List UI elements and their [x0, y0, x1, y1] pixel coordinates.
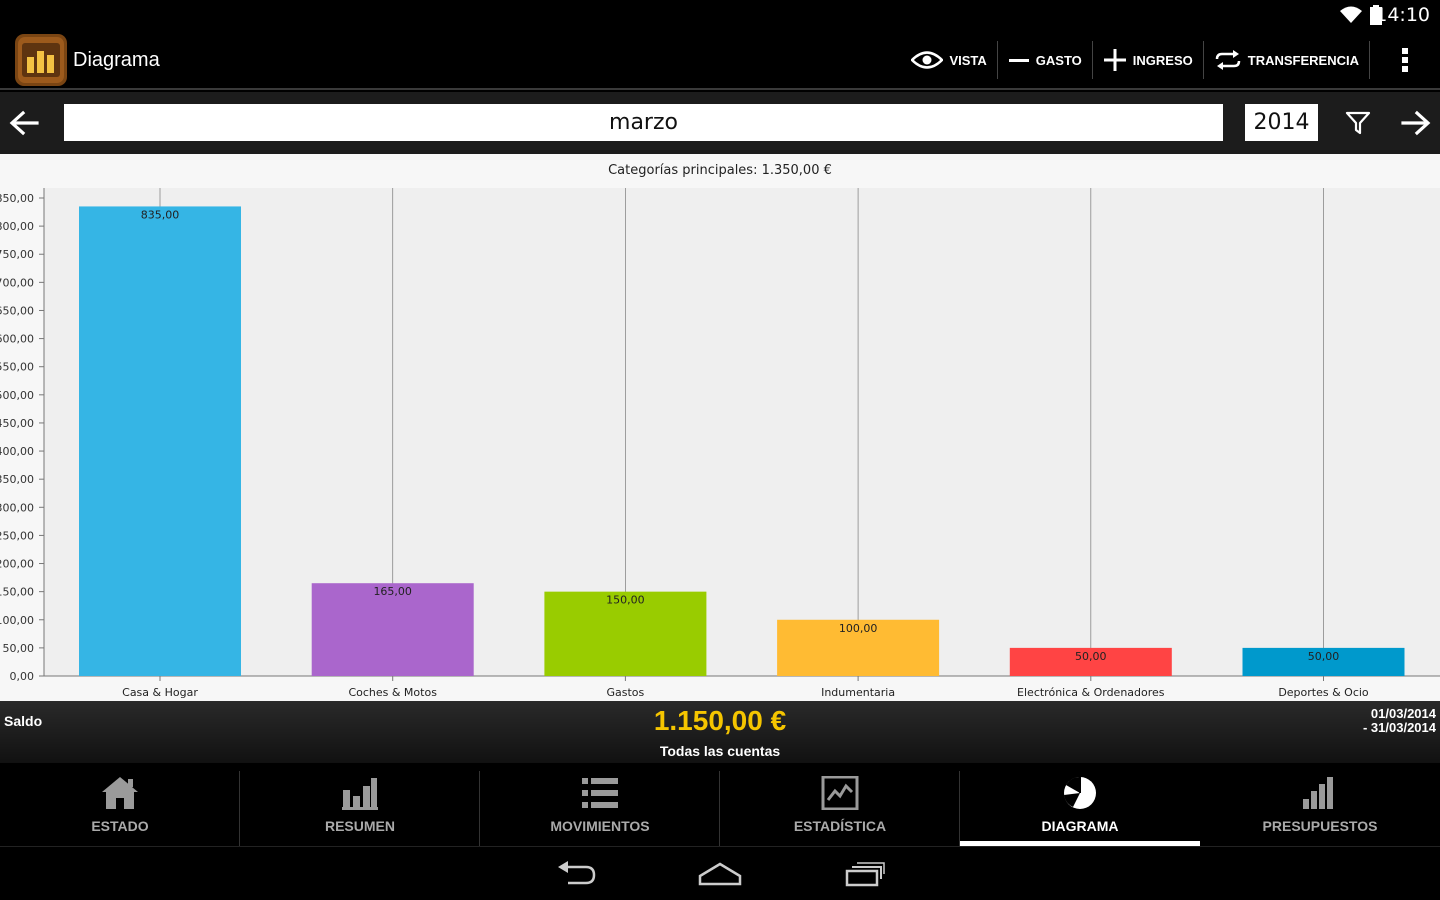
view-label: VISTA [949, 52, 987, 68]
x-tick-label: Indumentaria [821, 686, 895, 699]
bottom-tab-bar: ESTADO RESUMEN MOVIMIENTOS ESTADÍSTICA D… [0, 763, 1440, 846]
date-range: 01/03/2014 - 31/03/2014 [1363, 707, 1436, 735]
income-label: INGRESO [1132, 52, 1193, 68]
action-bar: Diagrama VISTA GASTO INGRESO TRANSFERENC… [0, 30, 1440, 90]
next-period-button[interactable] [1396, 103, 1436, 143]
previous-period-button[interactable] [4, 103, 44, 143]
tab-resumen[interactable]: RESUMEN [240, 763, 480, 846]
y-tick-label: 50,00 [3, 642, 35, 655]
arrow-left-icon [9, 110, 39, 136]
tab-movimientos[interactable]: MOVIMIENTOS [480, 763, 720, 846]
eye-icon [911, 51, 944, 69]
back-button[interactable] [546, 857, 606, 891]
transfer-icon [1215, 50, 1241, 70]
y-tick-label: 400,00 [0, 445, 34, 458]
date-range-end: - 31/03/2014 [1362, 720, 1436, 735]
accounts-label: Todas las cuentas [659, 743, 781, 759]
y-tick-label: 300,00 [0, 501, 34, 514]
tab-presupuestos[interactable]: PRESUPUESTOS [1200, 763, 1440, 846]
tab-diagrama[interactable]: DIAGRAMA [960, 763, 1200, 846]
y-tick-label: 700,00 [0, 276, 34, 289]
transfer-label: TRANSFERENCIA [1247, 52, 1359, 68]
expense-button[interactable]: GASTO [998, 30, 1092, 90]
filter-icon [1345, 111, 1371, 135]
y-tick-label: 750,00 [0, 248, 34, 261]
overflow-menu-button[interactable] [1370, 30, 1440, 90]
plot-background [44, 188, 1440, 676]
tab-estadistica[interactable]: ESTADÍSTICA [720, 763, 960, 846]
back-icon [558, 861, 596, 885]
bar-chart-icon [341, 773, 379, 813]
recent-apps-icon [845, 862, 885, 887]
x-tick-label: Electrónica & Ordenadores [1017, 686, 1165, 699]
y-tick-label: 150,00 [0, 586, 34, 599]
x-tick-label: Gastos [607, 686, 645, 699]
y-tick-label: 200,00 [0, 558, 34, 571]
x-tick-label: Coches & Motos [348, 686, 437, 699]
status-bar: 14:10 [0, 0, 1440, 30]
y-tick-label: 500,00 [0, 389, 34, 402]
y-tick-label: 250,00 [0, 529, 34, 542]
y-tick-label: 600,00 [0, 333, 34, 346]
signal-bars-icon [1301, 773, 1339, 813]
y-tick-label: 800,00 [0, 220, 34, 233]
home-nav-button[interactable] [690, 857, 750, 891]
y-tick-label: 550,00 [0, 361, 34, 374]
y-tick-label: 350,00 [0, 473, 34, 486]
action-buttons: VISTA GASTO INGRESO TRANSFERENCIA [901, 30, 1440, 90]
y-tick-label: 850,00 [0, 192, 34, 205]
date-range-start: 01/03/2014 [1370, 706, 1436, 721]
home-outline-icon [698, 862, 742, 886]
recent-apps-button[interactable] [835, 857, 895, 891]
list-icon [581, 773, 619, 813]
bar-value-label: 50,00 [1308, 650, 1340, 663]
year-selector[interactable]: 2014 [1245, 104, 1318, 141]
bar-value-label: 100,00 [839, 622, 878, 635]
plus-icon [1103, 49, 1126, 71]
minus-icon [1008, 59, 1029, 62]
tab-presupuestos-label: PRESUPUESTOS [1262, 818, 1378, 834]
x-tick-label: Casa & Hogar [122, 686, 198, 699]
tab-estadistica-label: ESTADÍSTICA [793, 818, 887, 834]
chart-canvas: 0,00 50,00 100,00 150,00 200,00 250,00 300,00 3… [0, 188, 1440, 699]
bar-value-label: 165,00 [373, 585, 412, 598]
view-button[interactable]: VISTA [901, 30, 996, 90]
tab-resumen-label: RESUMEN [324, 818, 395, 834]
line-chart-icon [821, 773, 859, 813]
bar-value-label: 50,00 [1075, 650, 1107, 663]
system-navigation-bar [0, 846, 1440, 900]
tab-movimientos-label: MOVIMIENTOS [550, 818, 650, 834]
tab-estado[interactable]: ESTADO [0, 763, 240, 846]
pie-chart-icon [1061, 773, 1099, 813]
filter-button[interactable] [1338, 103, 1378, 143]
clock: 14:10 [1375, 4, 1430, 26]
expense-label: GASTO [1035, 52, 1082, 68]
bar-chart: Categorías principales: 1.350,00 € 0,00 5… [0, 154, 1440, 701]
app-title: Diagrama [73, 49, 160, 71]
bar-value-label: 835,00 [141, 208, 180, 221]
tab-diagrama-label: DIAGRAMA [1041, 818, 1119, 834]
x-tick-label: Deportes & Ocio [1278, 686, 1369, 699]
y-tick-label: 100,00 [0, 614, 34, 627]
wifi-icon [1340, 6, 1362, 29]
bar [79, 206, 241, 676]
period-navigation: marzo 2014 [0, 92, 1440, 154]
app-logo-icon[interactable] [14, 33, 68, 87]
y-tick-label: 0,00 [10, 670, 35, 683]
transfer-button[interactable]: TRANSFERENCIA [1204, 30, 1369, 90]
balance-amount: 1.150,00 € [653, 705, 787, 736]
month-selector[interactable]: marzo [64, 104, 1223, 141]
arrow-right-icon [1401, 110, 1431, 136]
income-button[interactable]: INGRESO [1093, 30, 1203, 90]
tab-estado-label: ESTADO [91, 818, 149, 834]
balance-summary: Saldo 1.150,00 € Todas las cuentas 01/03… [0, 701, 1440, 763]
more-vertical-icon [1402, 48, 1408, 72]
bar-value-label: 150,00 [606, 594, 645, 607]
home-icon [101, 773, 139, 813]
y-tick-label: 450,00 [0, 417, 34, 430]
y-tick-label: 650,00 [0, 304, 34, 317]
